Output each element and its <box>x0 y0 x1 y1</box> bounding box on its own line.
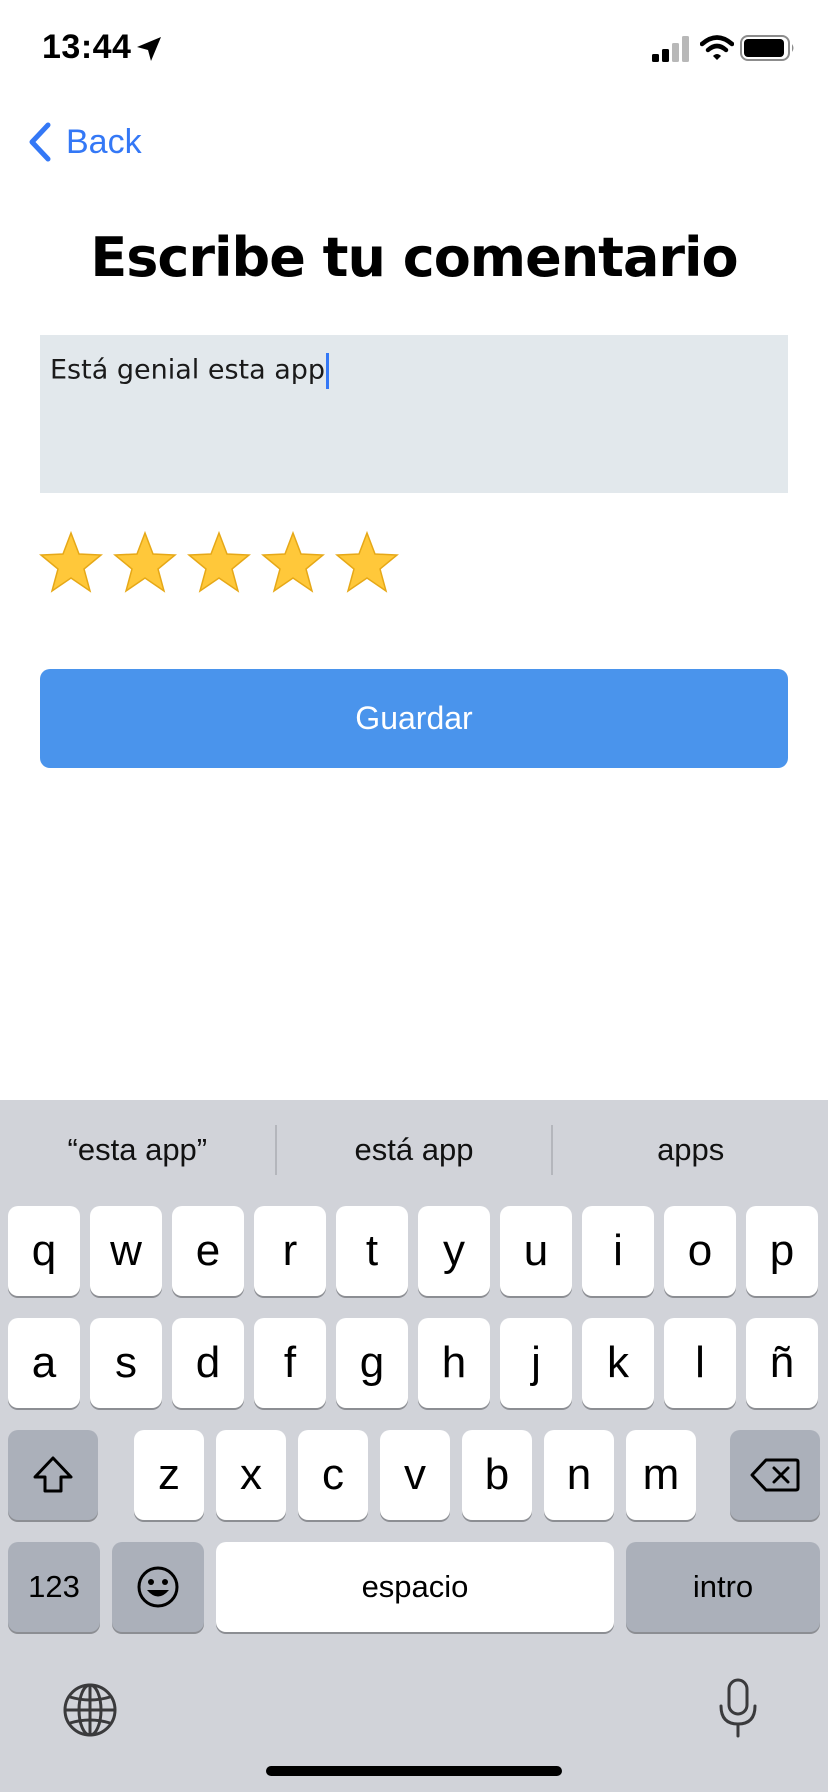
key[interactable]: k <box>582 1318 654 1408</box>
suggestion-item[interactable]: “esta app” <box>0 1132 275 1168</box>
backspace-icon <box>750 1458 800 1492</box>
key[interactable]: q <box>8 1206 80 1296</box>
microphone-icon[interactable] <box>716 1678 760 1740</box>
return-key[interactable]: intro <box>626 1542 820 1632</box>
key[interactable]: s <box>90 1318 162 1408</box>
back-label: Back <box>66 122 142 161</box>
star-icon[interactable] <box>260 530 326 596</box>
key[interactable]: f <box>254 1318 326 1408</box>
status-bar: 13:44 <box>0 0 828 100</box>
keyboard: “esta app” está app apps q w e r t y u i… <box>0 1100 828 1792</box>
key[interactable]: n <box>544 1430 614 1520</box>
key[interactable]: p <box>746 1206 818 1296</box>
suggestion-bar: “esta app” está app apps <box>0 1100 828 1200</box>
wifi-icon <box>700 35 734 60</box>
star-rating[interactable] <box>38 530 408 596</box>
save-button[interactable]: Guardar <box>40 669 788 768</box>
save-button-label: Guardar <box>355 700 473 736</box>
key[interactable]: h <box>418 1318 490 1408</box>
suggestion-item[interactable]: apps <box>553 1132 828 1168</box>
chevron-left-icon <box>29 122 51 162</box>
shift-key[interactable] <box>8 1430 98 1520</box>
numbers-key-label: 123 <box>28 1569 80 1604</box>
emoji-icon <box>137 1566 179 1608</box>
key[interactable]: y <box>418 1206 490 1296</box>
key[interactable]: j <box>500 1318 572 1408</box>
key[interactable]: a <box>8 1318 80 1408</box>
page-title: Escribe tu comentario <box>90 226 738 289</box>
signal-icon <box>652 36 689 62</box>
numbers-key[interactable]: 123 <box>8 1542 100 1632</box>
key[interactable]: v <box>380 1430 450 1520</box>
key[interactable]: o <box>664 1206 736 1296</box>
text-cursor <box>326 353 330 389</box>
home-indicator <box>266 1766 562 1776</box>
return-key-label: intro <box>692 1569 754 1604</box>
comment-text: Está genial esta app <box>50 354 326 386</box>
key[interactable]: m <box>626 1430 696 1520</box>
comment-input[interactable]: Está genial esta app <box>40 335 788 493</box>
emoji-key[interactable] <box>112 1542 204 1632</box>
key[interactable]: c <box>298 1430 368 1520</box>
key[interactable]: w <box>90 1206 162 1296</box>
star-icon[interactable] <box>186 530 252 596</box>
space-key[interactable]: espacio <box>216 1542 614 1632</box>
back-button[interactable]: Back <box>24 116 142 168</box>
key[interactable]: u <box>500 1206 572 1296</box>
battery-icon <box>740 35 794 61</box>
key[interactable]: x <box>216 1430 286 1520</box>
key[interactable]: ñ <box>746 1318 818 1408</box>
globe-icon[interactable] <box>62 1682 118 1738</box>
key[interactable]: b <box>462 1430 532 1520</box>
status-time: 13:44 <box>42 28 132 66</box>
backspace-key[interactable] <box>730 1430 820 1520</box>
suggestion-item[interactable]: está app <box>277 1132 552 1168</box>
key[interactable]: i <box>582 1206 654 1296</box>
key[interactable]: d <box>172 1318 244 1408</box>
star-icon[interactable] <box>334 530 400 596</box>
key[interactable]: z <box>134 1430 204 1520</box>
space-key-label: espacio <box>361 1569 469 1604</box>
key[interactable]: r <box>254 1206 326 1296</box>
star-icon[interactable] <box>112 530 178 596</box>
key[interactable]: t <box>336 1206 408 1296</box>
key[interactable]: l <box>664 1318 736 1408</box>
star-icon[interactable] <box>38 530 104 596</box>
location-arrow-icon <box>137 37 161 61</box>
shift-icon <box>33 1456 73 1493</box>
key[interactable]: e <box>172 1206 244 1296</box>
key[interactable]: g <box>336 1318 408 1408</box>
